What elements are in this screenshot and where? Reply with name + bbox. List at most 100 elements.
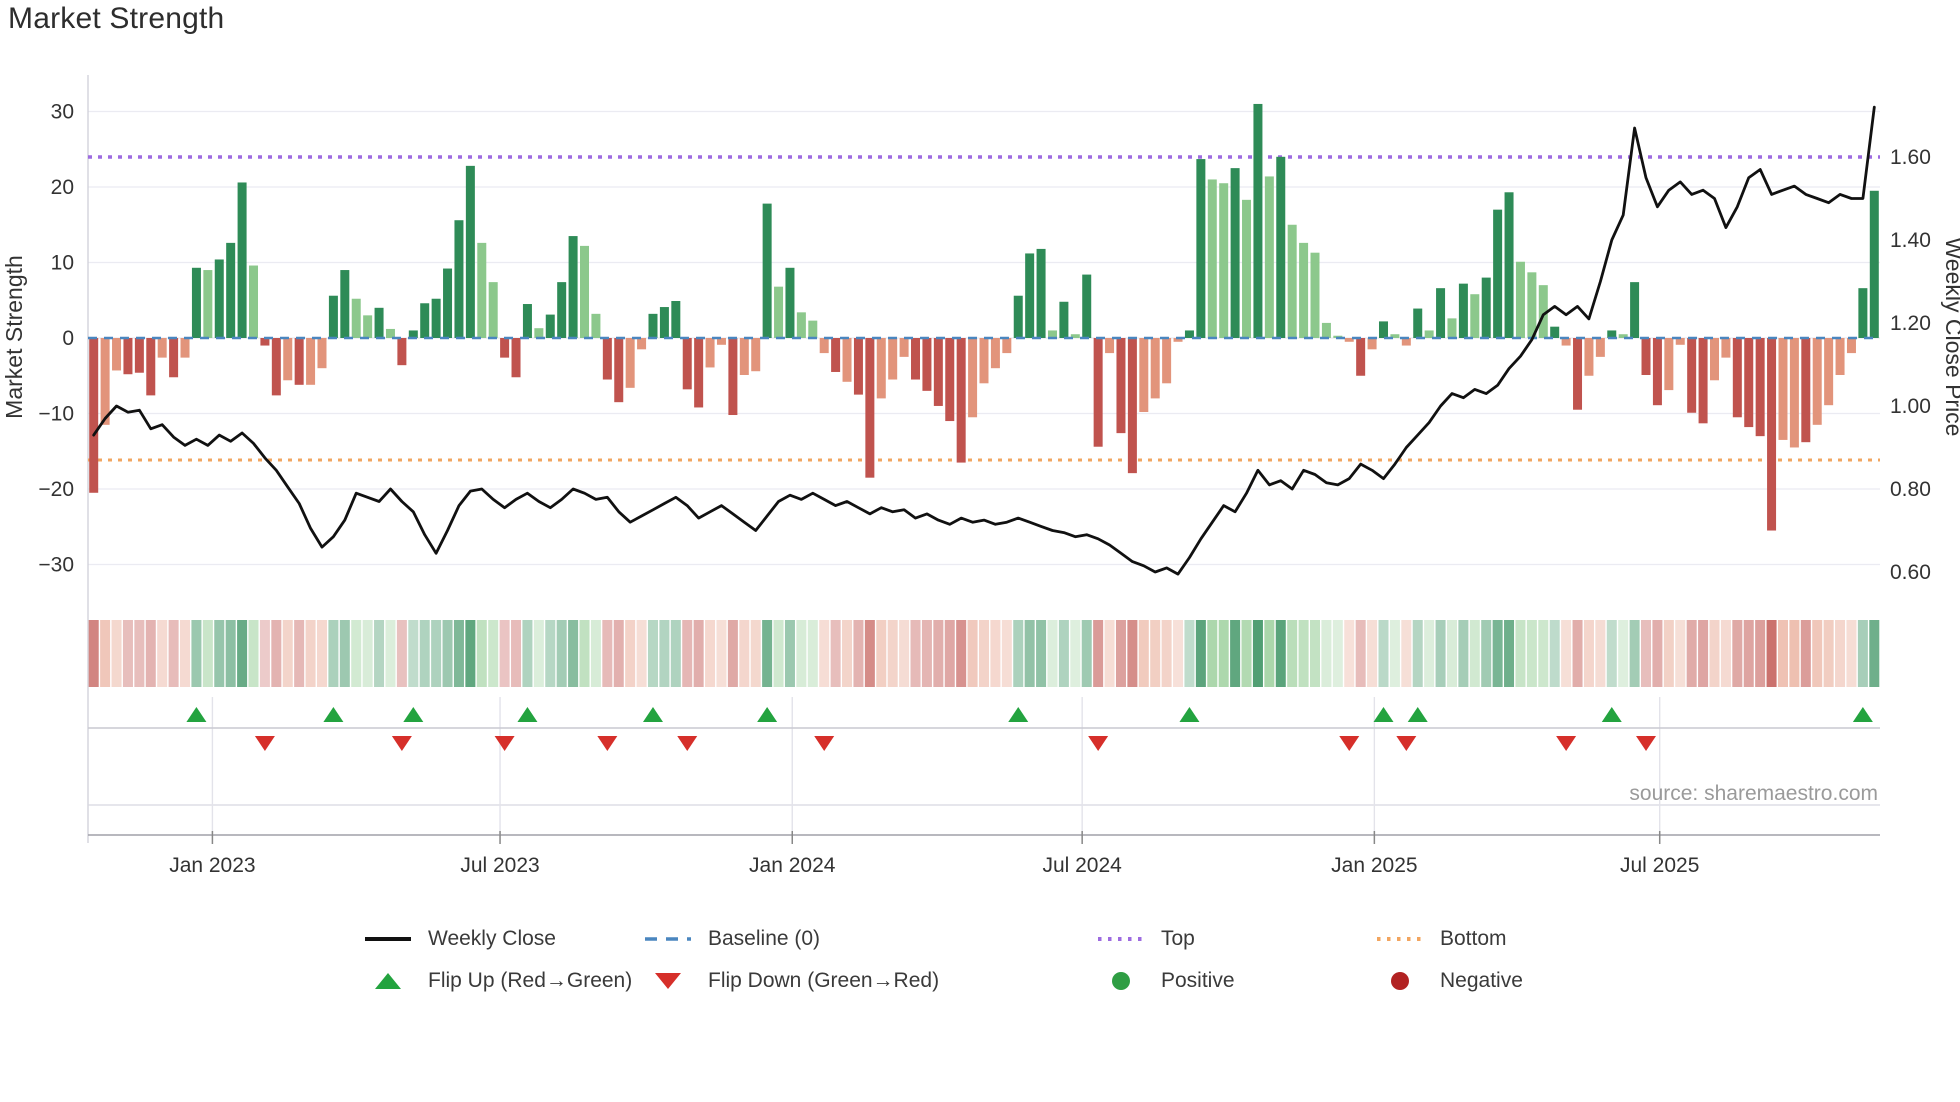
flip-up-marker (1407, 707, 1428, 722)
heatmap-cell (157, 620, 168, 687)
strength-bar (191, 267, 201, 338)
heatmap-cell (1629, 620, 1640, 687)
legend-label: Flip Up (Red→Green) (428, 969, 633, 992)
heatmap-cell (613, 620, 624, 687)
legend-flip-up[interactable]: Flip Up (Red→Green) (363, 960, 632, 1002)
heatmap-cell (1070, 620, 1081, 687)
strength-bar (1447, 318, 1457, 338)
strength-bar (1687, 338, 1697, 413)
heatmap-cell (773, 620, 784, 687)
heatmap-cell (1378, 620, 1389, 687)
strength-bar (728, 338, 738, 416)
strength-bar (431, 298, 441, 338)
heatmap-cell (1321, 620, 1332, 687)
strength-bar (1230, 168, 1240, 338)
strength-bar (751, 338, 761, 372)
left-tick-label: 30 (51, 101, 74, 124)
heatmap-cell (362, 620, 373, 687)
heatmap-cell (682, 620, 693, 687)
heatmap-cell (762, 620, 773, 687)
heatmap-cell (1115, 620, 1126, 687)
heatmap-cell (237, 620, 248, 687)
heatmap-cell (339, 620, 350, 687)
heatmap-cell (956, 620, 967, 687)
legend-positive[interactable]: Positive (1096, 960, 1235, 1002)
heatmap-cell (1036, 620, 1047, 687)
strength-bar (283, 338, 293, 381)
strength-bar (443, 268, 453, 338)
strength-bar (134, 338, 144, 373)
heatmap-cell (784, 620, 795, 687)
strength-bar (1630, 282, 1640, 338)
heatmap-cell (248, 620, 259, 687)
heatmap-cell (647, 620, 659, 687)
flip-down-marker (1636, 736, 1657, 751)
strength-bar (169, 338, 179, 378)
strength-bar (1093, 338, 1103, 447)
heatmap-cell (1309, 620, 1321, 687)
strength-bar (1664, 338, 1674, 391)
heatmap-cell (1606, 620, 1617, 687)
heatmap-cell (1275, 620, 1286, 687)
flip-down-marker (1339, 736, 1360, 751)
strength-bar (1778, 338, 1788, 440)
left-tick-label: 20 (51, 176, 74, 199)
heatmap-cell (830, 620, 841, 687)
heatmap-cell (1641, 620, 1652, 687)
strength-bar (89, 338, 99, 493)
heatmap-cell (316, 620, 327, 687)
heatmap-cell (1835, 620, 1846, 687)
flip-down-markers (254, 736, 1657, 751)
right-axis-title: Weekly Close Price (1941, 238, 1960, 437)
heatmap-cell (1173, 620, 1184, 687)
heatmap-cell (693, 620, 704, 687)
strength-bar (534, 328, 544, 338)
legend-baseline[interactable]: Baseline (0) (643, 918, 939, 960)
strength-bar (1413, 308, 1423, 338)
heatmap-cell (533, 620, 544, 687)
heatmap-cell (1184, 620, 1195, 687)
strength-bar (1013, 295, 1023, 338)
x-tick-label: Jul 2023 (460, 854, 539, 877)
legend-bottom[interactable]: Bottom (1375, 918, 1523, 960)
strength-bar (1789, 338, 1799, 448)
left-tick-label: −20 (38, 478, 74, 501)
strength-bar (1207, 179, 1217, 338)
strength-bar (1150, 338, 1160, 399)
heatmap-cell (1298, 620, 1309, 687)
strength-bar (648, 313, 658, 338)
strength-bar (180, 338, 190, 358)
heatmap-cell (1595, 620, 1606, 687)
heatmap-cell (419, 620, 430, 687)
strength-bar (1732, 338, 1742, 418)
strength-bar (739, 338, 749, 375)
heatmap-cell (1013, 620, 1024, 687)
heatmap-cell (910, 620, 921, 687)
strength-bar (911, 338, 921, 380)
chart-legend: Weekly Close Flip Up (Red→Green) Baseline … (0, 918, 1960, 1038)
flip-up-marker (642, 707, 663, 722)
heatmap-cell (1367, 620, 1378, 687)
heatmap-cell (1401, 620, 1412, 687)
heatmap-cell (864, 620, 875, 687)
heatmap-cell (1355, 620, 1366, 687)
strength-bar (374, 307, 384, 338)
legend-label: Bottom (1440, 927, 1507, 950)
heatmap-cell (705, 620, 716, 687)
heatmap-cell (88, 620, 99, 687)
legend-flip-down[interactable]: Flip Down (Green→Red) (643, 960, 939, 1002)
strength-bar (1139, 338, 1149, 412)
strength-bar (1504, 192, 1514, 338)
strength-bar (1550, 326, 1560, 338)
legend-negative[interactable]: Negative (1375, 960, 1523, 1002)
strength-bar (522, 304, 532, 338)
heatmap-cell (1264, 620, 1275, 687)
heatmap-cell (271, 620, 282, 687)
strength-bar (214, 259, 224, 338)
strength-bar (580, 245, 590, 338)
legend-weekly-close[interactable]: Weekly Close (363, 918, 632, 960)
heatmap-cell (556, 620, 567, 687)
strength-bar (203, 270, 213, 338)
legend-top[interactable]: Top (1096, 918, 1235, 960)
heatmap-cell (1150, 620, 1161, 687)
